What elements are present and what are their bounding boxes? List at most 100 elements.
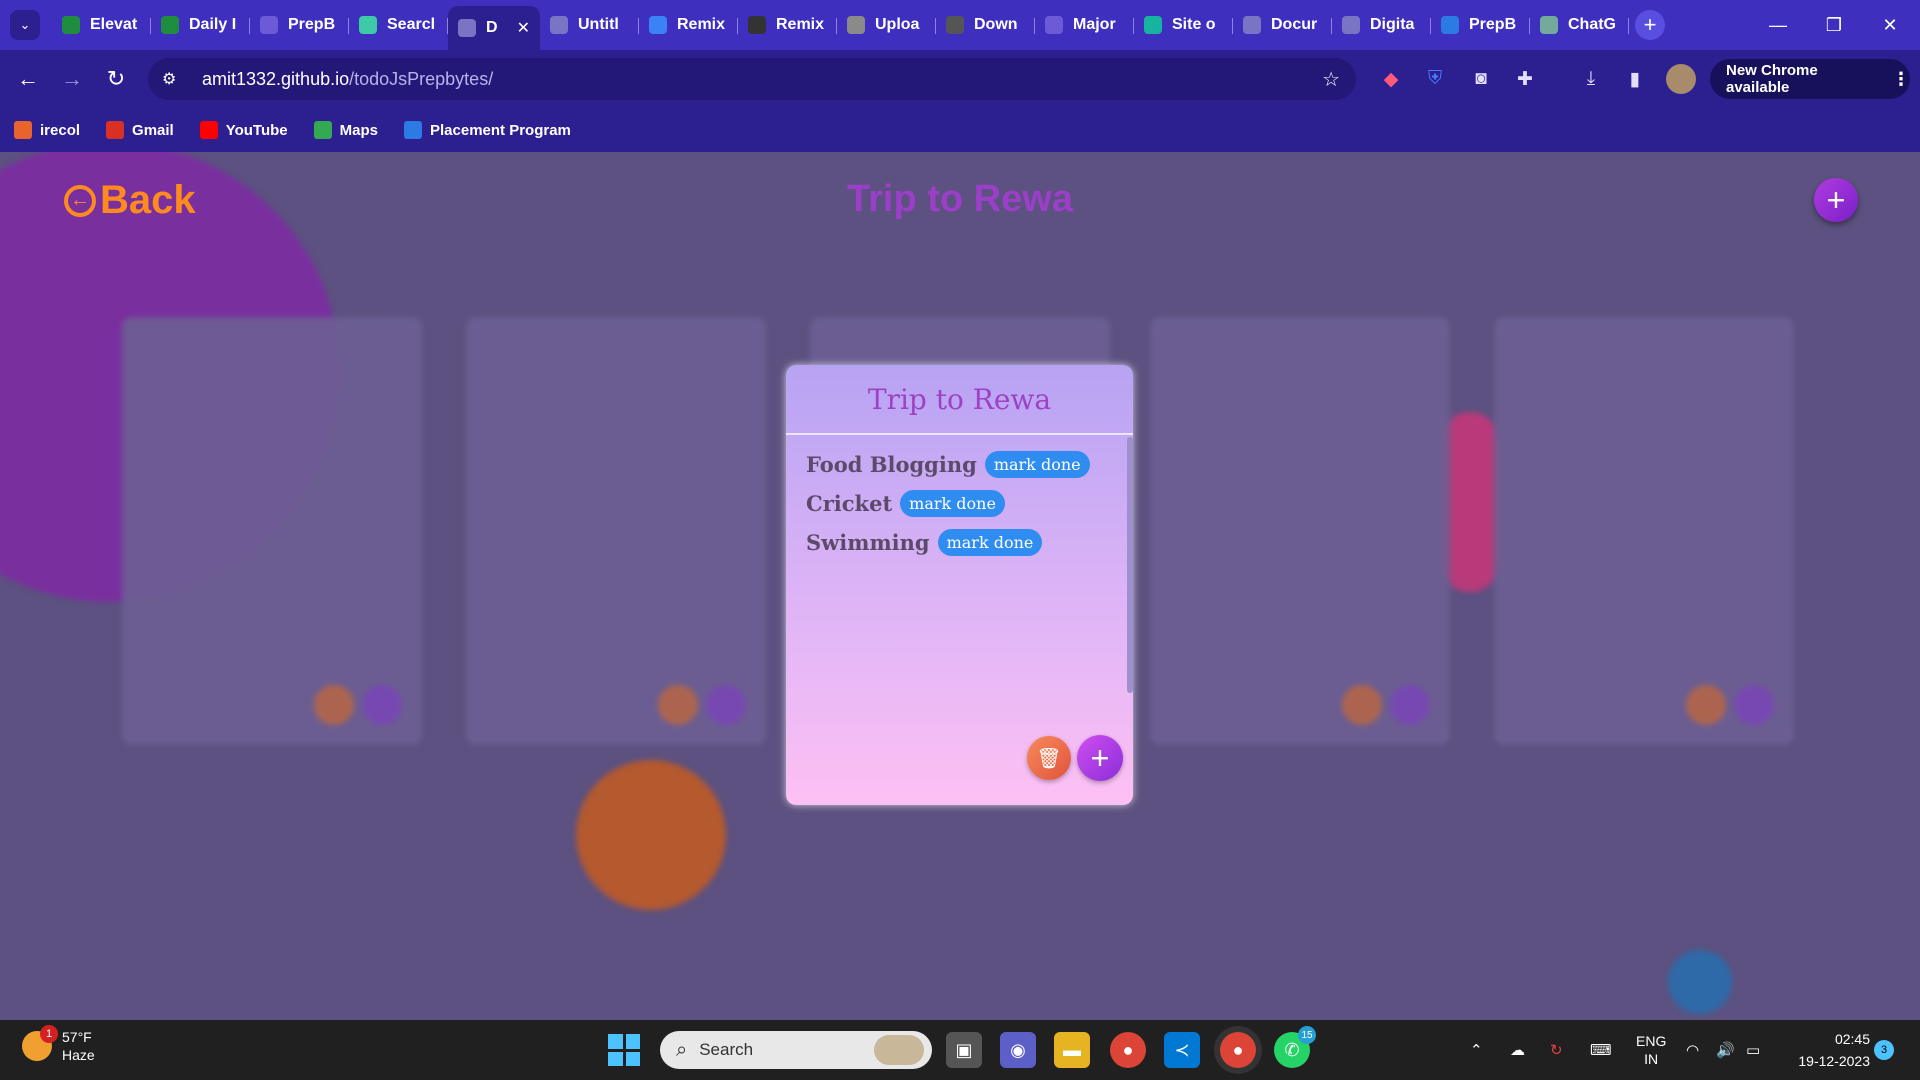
site-info-icon[interactable]: ⚙ — [162, 69, 186, 89]
chrome-active-icon[interactable]: ● — [1220, 1032, 1256, 1068]
bookmark-item[interactable]: Placement Program — [404, 121, 571, 139]
close-window-button[interactable]: ✕ — [1862, 0, 1918, 50]
url-path: /todoJsPrepbytes/ — [349, 68, 494, 89]
browser-tab[interactable]: Down — [936, 6, 1035, 44]
back-nav-button[interactable]: ← — [6, 57, 50, 101]
profile-avatar[interactable] — [1666, 64, 1696, 94]
bookmark-item[interactable]: Gmail — [106, 121, 174, 139]
task-view-icon[interactable]: ▣ — [946, 1032, 982, 1068]
modal-title: Trip to Rewa — [786, 365, 1133, 435]
task-item: Swimming mark done — [806, 529, 1113, 556]
browser-tab[interactable]: Elevat — [52, 6, 151, 44]
tab-strip: Elevat Daily I PrepB Searcl D ✕ Untitl Remix Rem… — [52, 0, 1629, 50]
browser-tab[interactable]: Untitl — [540, 6, 639, 44]
irecol-icon — [14, 121, 32, 139]
minimize-button[interactable]: — — [1750, 0, 1806, 50]
bookmark-item[interactable]: irecol — [14, 121, 80, 139]
browser-tab[interactable]: Site o — [1134, 6, 1233, 44]
extensions-puzzle-icon[interactable]: ✚ — [1510, 64, 1540, 94]
clock[interactable]: 02:45 19-12-2023 — [1780, 1028, 1870, 1072]
bookmark-star-icon[interactable]: ☆ — [1322, 67, 1340, 92]
sync-icon[interactable]: ↻ — [1550, 1020, 1563, 1080]
add-item-button[interactable]: + — [1814, 178, 1858, 222]
whatsapp-icon[interactable]: ✆ 15 — [1274, 1026, 1316, 1068]
bookmark-item[interactable]: YouTube — [199, 121, 288, 139]
browser-tab[interactable]: ChatG — [1530, 6, 1629, 44]
pb-icon — [1441, 16, 1459, 34]
keyboard-icon[interactable]: ⌨ — [1590, 1020, 1612, 1080]
more-menu-icon[interactable]: ⋮ — [1892, 69, 1910, 90]
reload-button[interactable]: ↻ — [94, 57, 138, 101]
task-list: Food Blogging mark done Cricket mark done Sw… — [786, 435, 1133, 584]
tab-bar: ⌄ Elevat Daily I PrepB Searcl D ✕ Untitl Remix R… — [0, 0, 1920, 50]
weather-widget[interactable]: 1 57°F Haze — [22, 1025, 95, 1064]
downloads-icon[interactable]: ⤓ — [1576, 64, 1606, 94]
tab-title: Down — [974, 16, 1018, 33]
add-task-button[interactable]: + — [1077, 735, 1123, 781]
forward-nav-button[interactable]: → — [50, 57, 94, 101]
notification-badge[interactable]: 3 — [1874, 1040, 1894, 1060]
restore-button[interactable]: ❐ — [1806, 0, 1862, 50]
close-tab-icon[interactable]: ✕ — [517, 18, 530, 38]
browser-tab[interactable]: Major — [1035, 6, 1134, 44]
sheets-icon — [161, 16, 179, 34]
mark-done-button[interactable]: mark done — [984, 451, 1090, 478]
show-hidden-icons[interactable]: ⌃ — [1470, 1020, 1483, 1080]
mark-done-button[interactable]: mark done — [900, 490, 1005, 517]
battery-icon[interactable]: ▭ — [1746, 1020, 1760, 1080]
browser-tab[interactable]: PrepB — [250, 6, 349, 44]
new-chrome-available-button[interactable]: New Chrome available ⋮ — [1710, 59, 1910, 99]
tab-title: Digita — [1370, 16, 1415, 33]
bookmark-label: Gmail — [132, 121, 174, 139]
browser-tab[interactable]: Uploa — [837, 6, 936, 44]
browser-tab[interactable]: PrepB — [1431, 6, 1530, 44]
tab-title: Daily I — [189, 16, 237, 33]
tab-title: D — [486, 19, 498, 36]
globe-icon — [550, 16, 568, 34]
layers-icon — [847, 16, 865, 34]
wifi-icon[interactable]: ◠ — [1686, 1020, 1699, 1080]
browser-tab[interactable]: Daily I — [151, 6, 250, 44]
pb-icon — [404, 121, 422, 139]
side-panel-icon[interactable]: ▮ — [1620, 64, 1650, 94]
weather-temp: 57°F — [62, 1029, 92, 1045]
browser-tab[interactable]: Digita — [1332, 6, 1431, 44]
maps-icon — [313, 121, 332, 139]
browser-tab[interactable]: Docur — [1233, 6, 1332, 44]
new-tab-button[interactable]: + — [1635, 10, 1665, 40]
lang-primary: ENG — [1636, 1033, 1667, 1049]
page-content: ← Back Trip to Rewa + Trip to Rewa Food … — [0, 152, 1920, 1020]
tab-search-button[interactable]: ⌄ — [10, 10, 40, 40]
tab-title: Elevat — [90, 16, 138, 33]
browser-tab[interactable]: Searcl — [349, 6, 448, 44]
start-button[interactable] — [608, 1034, 640, 1066]
teams-chat-icon[interactable]: ◉ — [1000, 1032, 1036, 1068]
tab-title: ChatG — [1568, 16, 1616, 33]
camera-extension-icon[interactable]: ◙ — [1466, 64, 1496, 94]
new-chrome-label: New Chrome available — [1726, 62, 1818, 96]
task-name: Swimming — [806, 530, 930, 555]
vscode-icon[interactable]: ≺ — [1164, 1032, 1200, 1068]
mark-done-button[interactable]: mark done — [937, 529, 1043, 556]
chrome-icon[interactable]: ● — [1110, 1032, 1146, 1068]
bookmark-item[interactable]: Maps — [313, 121, 378, 139]
taskbar-search[interactable]: ⌕ Search — [660, 1031, 932, 1069]
volume-icon[interactable]: 🔊 — [1716, 1020, 1735, 1080]
language-indicator[interactable]: ENG IN — [1636, 1020, 1666, 1080]
onedrive-icon[interactable]: ☁ — [1510, 1020, 1525, 1080]
youtube-icon — [199, 121, 218, 139]
file-explorer-icon[interactable]: ▬ — [1054, 1032, 1090, 1068]
bookmarks-bar: irecol Gmail YouTube Maps Placement Program — [0, 108, 1920, 152]
whatsapp-badge: 15 — [1298, 1026, 1316, 1044]
shield-extension-icon[interactable]: ⛨ — [1420, 64, 1450, 94]
color-picker-extension-icon[interactable]: ◆ — [1376, 64, 1406, 94]
task-item: Cricket mark done — [806, 490, 1113, 517]
browser-tab[interactable]: Remix — [738, 6, 837, 44]
address-bar[interactable]: ⚙ amit1332.github.io /todoJsPrepbytes/ ☆ — [148, 58, 1356, 100]
tab-title: Remix — [677, 16, 725, 33]
browser-tab[interactable]: D ✕ — [448, 6, 540, 50]
browser-tab[interactable]: Remix — [639, 6, 738, 44]
scrollbar[interactable] — [1127, 437, 1133, 693]
delete-card-button[interactable]: 🗑 — [1027, 736, 1071, 780]
sheets-icon — [62, 16, 80, 34]
